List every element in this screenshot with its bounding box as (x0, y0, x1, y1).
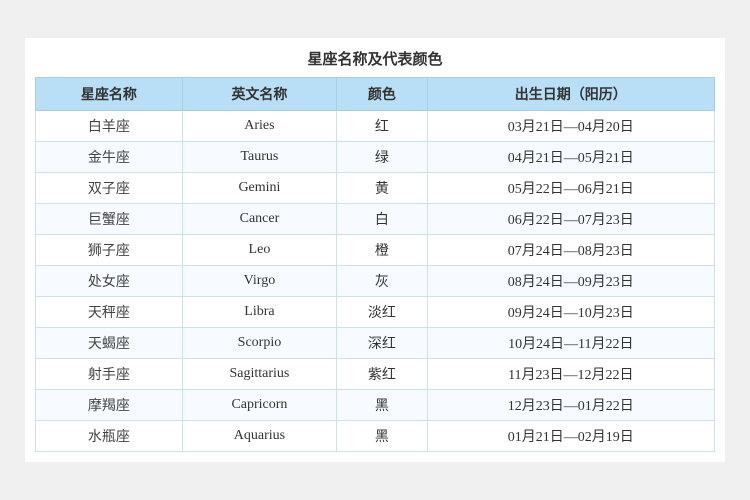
table-row: 水瓶座Aquarius黑01月21日—02月19日 (36, 421, 715, 452)
cell-date: 07月24日—08月23日 (427, 235, 714, 266)
cell-date: 01月21日—02月19日 (427, 421, 714, 452)
cell-date: 04月21日—05月21日 (427, 142, 714, 173)
cell-color: 黑 (337, 421, 427, 452)
cell-color: 淡红 (337, 297, 427, 328)
cell-en: Sagittarius (182, 359, 337, 390)
cell-color: 深红 (337, 328, 427, 359)
cell-en: Taurus (182, 142, 337, 173)
cell-en: Gemini (182, 173, 337, 204)
col-header-zh: 星座名称 (36, 78, 183, 111)
table-row: 金牛座Taurus绿04月21日—05月21日 (36, 142, 715, 173)
cell-zh: 双子座 (36, 173, 183, 204)
cell-color: 紫红 (337, 359, 427, 390)
cell-date: 11月23日—12月22日 (427, 359, 714, 390)
cell-color: 黄 (337, 173, 427, 204)
cell-zh: 狮子座 (36, 235, 183, 266)
main-container: 星座名称及代表颜色 星座名称 英文名称 颜色 出生日期（阳历） 白羊座Aries… (25, 38, 725, 462)
table-row: 摩羯座Capricorn黑12月23日—01月22日 (36, 390, 715, 421)
col-header-date: 出生日期（阳历） (427, 78, 714, 111)
table-row: 白羊座Aries红03月21日—04月20日 (36, 111, 715, 142)
zodiac-table: 星座名称 英文名称 颜色 出生日期（阳历） 白羊座Aries红03月21日—04… (35, 77, 715, 452)
cell-en: Aries (182, 111, 337, 142)
cell-date: 06月22日—07月23日 (427, 204, 714, 235)
cell-en: Aquarius (182, 421, 337, 452)
table-row: 天秤座Libra淡红09月24日—10月23日 (36, 297, 715, 328)
cell-color: 红 (337, 111, 427, 142)
table-row: 处女座Virgo灰08月24日—09月23日 (36, 266, 715, 297)
cell-color: 绿 (337, 142, 427, 173)
cell-zh: 摩羯座 (36, 390, 183, 421)
col-header-color: 颜色 (337, 78, 427, 111)
cell-en: Cancer (182, 204, 337, 235)
cell-color: 橙 (337, 235, 427, 266)
cell-zh: 白羊座 (36, 111, 183, 142)
cell-date: 10月24日—11月22日 (427, 328, 714, 359)
table-row: 天蝎座Scorpio深红10月24日—11月22日 (36, 328, 715, 359)
cell-date: 05月22日—06月21日 (427, 173, 714, 204)
table-row: 双子座Gemini黄05月22日—06月21日 (36, 173, 715, 204)
cell-zh: 水瓶座 (36, 421, 183, 452)
cell-date: 09月24日—10月23日 (427, 297, 714, 328)
cell-zh: 天秤座 (36, 297, 183, 328)
cell-date: 03月21日—04月20日 (427, 111, 714, 142)
table-row: 巨蟹座Cancer白06月22日—07月23日 (36, 204, 715, 235)
cell-en: Scorpio (182, 328, 337, 359)
cell-en: Libra (182, 297, 337, 328)
cell-zh: 天蝎座 (36, 328, 183, 359)
cell-color: 灰 (337, 266, 427, 297)
cell-zh: 巨蟹座 (36, 204, 183, 235)
cell-zh: 金牛座 (36, 142, 183, 173)
cell-zh: 射手座 (36, 359, 183, 390)
table-row: 狮子座Leo橙07月24日—08月23日 (36, 235, 715, 266)
cell-en: Capricorn (182, 390, 337, 421)
cell-color: 白 (337, 204, 427, 235)
cell-zh: 处女座 (36, 266, 183, 297)
cell-color: 黑 (337, 390, 427, 421)
cell-en: Leo (182, 235, 337, 266)
table-row: 射手座Sagittarius紫红11月23日—12月22日 (36, 359, 715, 390)
cell-date: 12月23日—01月22日 (427, 390, 714, 421)
col-header-en: 英文名称 (182, 78, 337, 111)
page-title: 星座名称及代表颜色 (35, 48, 715, 69)
cell-date: 08月24日—09月23日 (427, 266, 714, 297)
table-header-row: 星座名称 英文名称 颜色 出生日期（阳历） (36, 78, 715, 111)
cell-en: Virgo (182, 266, 337, 297)
